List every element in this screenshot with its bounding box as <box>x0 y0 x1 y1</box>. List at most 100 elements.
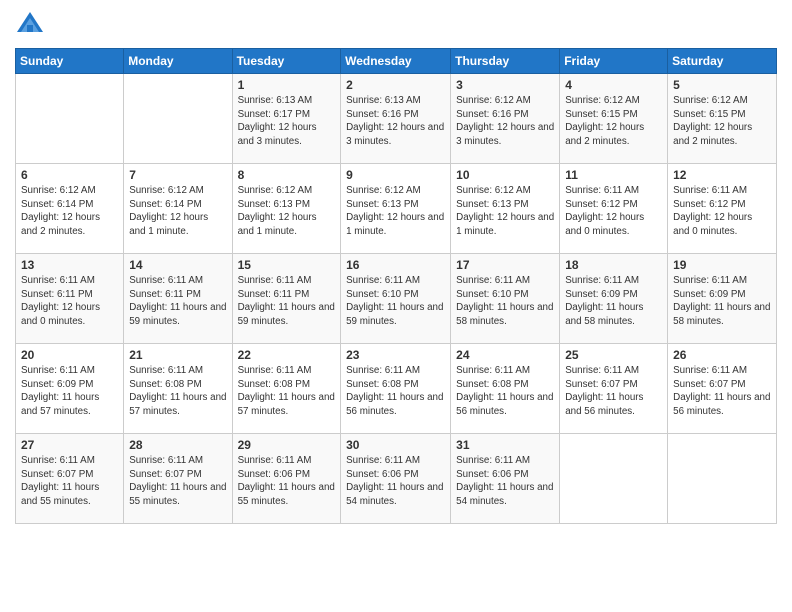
logo <box>15 10 49 40</box>
day-number: 29 <box>238 438 336 452</box>
calendar-cell: 11 Sunrise: 6:11 AM Sunset: 6:12 PM Dayli… <box>560 164 668 254</box>
day-number: 14 <box>129 258 226 272</box>
day-number: 5 <box>673 78 771 92</box>
day-info: Sunrise: 6:11 AM Sunset: 6:08 PM Dayligh… <box>346 364 445 419</box>
day-number: 6 <box>21 168 118 182</box>
calendar-cell <box>124 74 232 164</box>
day-number: 27 <box>21 438 118 452</box>
calendar-cell: 25 Sunrise: 6:11 AM Sunset: 6:07 PM Dayli… <box>560 344 668 434</box>
day-info: Sunrise: 6:11 AM Sunset: 6:12 PM Dayligh… <box>673 184 771 239</box>
weekday-header-tuesday: Tuesday <box>232 49 341 74</box>
day-info: Sunrise: 6:12 AM Sunset: 6:15 PM Dayligh… <box>673 94 771 149</box>
day-number: 11 <box>565 168 662 182</box>
day-number: 26 <box>673 348 771 362</box>
weekday-header-sunday: Sunday <box>16 49 124 74</box>
day-info: Sunrise: 6:11 AM Sunset: 6:07 PM Dayligh… <box>129 454 226 509</box>
day-info: Sunrise: 6:11 AM Sunset: 6:08 PM Dayligh… <box>456 364 554 419</box>
day-info: Sunrise: 6:11 AM Sunset: 6:12 PM Dayligh… <box>565 184 662 239</box>
day-number: 23 <box>346 348 445 362</box>
calendar-cell: 4 Sunrise: 6:12 AM Sunset: 6:15 PM Daylig… <box>560 74 668 164</box>
calendar-cell: 26 Sunrise: 6:11 AM Sunset: 6:07 PM Dayli… <box>668 344 777 434</box>
day-info: Sunrise: 6:11 AM Sunset: 6:11 PM Dayligh… <box>238 274 336 329</box>
weekday-header-saturday: Saturday <box>668 49 777 74</box>
calendar-cell: 27 Sunrise: 6:11 AM Sunset: 6:07 PM Dayli… <box>16 434 124 524</box>
day-info: Sunrise: 6:12 AM Sunset: 6:16 PM Dayligh… <box>456 94 554 149</box>
day-info: Sunrise: 6:12 AM Sunset: 6:13 PM Dayligh… <box>238 184 336 239</box>
day-info: Sunrise: 6:11 AM Sunset: 6:07 PM Dayligh… <box>565 364 662 419</box>
day-info: Sunrise: 6:11 AM Sunset: 6:10 PM Dayligh… <box>346 274 445 329</box>
weekday-header-friday: Friday <box>560 49 668 74</box>
calendar-week-row: 1 Sunrise: 6:13 AM Sunset: 6:17 PM Daylig… <box>16 74 777 164</box>
logo-icon <box>15 10 45 40</box>
day-info: Sunrise: 6:12 AM Sunset: 6:14 PM Dayligh… <box>129 184 226 239</box>
calendar-week-row: 6 Sunrise: 6:12 AM Sunset: 6:14 PM Daylig… <box>16 164 777 254</box>
calendar-cell: 2 Sunrise: 6:13 AM Sunset: 6:16 PM Daylig… <box>341 74 451 164</box>
day-number: 15 <box>238 258 336 272</box>
day-number: 3 <box>456 78 554 92</box>
day-number: 31 <box>456 438 554 452</box>
day-number: 16 <box>346 258 445 272</box>
calendar-cell: 5 Sunrise: 6:12 AM Sunset: 6:15 PM Daylig… <box>668 74 777 164</box>
calendar-cell: 18Sunrise: 6:11 AM Sunset: 6:09 PM Dayli… <box>560 254 668 344</box>
day-number: 10 <box>456 168 554 182</box>
day-number: 30 <box>346 438 445 452</box>
day-number: 9 <box>346 168 445 182</box>
day-info: Sunrise: 6:11 AM Sunset: 6:06 PM Dayligh… <box>346 454 445 509</box>
calendar-cell: 12Sunrise: 6:11 AM Sunset: 6:12 PM Dayli… <box>668 164 777 254</box>
day-number: 4 <box>565 78 662 92</box>
day-info: Sunrise: 6:12 AM Sunset: 6:13 PM Dayligh… <box>346 184 445 239</box>
day-number: 22 <box>238 348 336 362</box>
day-info: Sunrise: 6:11 AM Sunset: 6:11 PM Dayligh… <box>21 274 118 329</box>
weekday-header-thursday: Thursday <box>451 49 560 74</box>
calendar-cell <box>560 434 668 524</box>
calendar-week-row: 13Sunrise: 6:11 AM Sunset: 6:11 PM Dayli… <box>16 254 777 344</box>
day-info: Sunrise: 6:11 AM Sunset: 6:08 PM Dayligh… <box>129 364 226 419</box>
calendar-cell: 19Sunrise: 6:11 AM Sunset: 6:09 PM Dayli… <box>668 254 777 344</box>
calendar-cell: 7 Sunrise: 6:12 AM Sunset: 6:14 PM Daylig… <box>124 164 232 254</box>
day-info: Sunrise: 6:11 AM Sunset: 6:07 PM Dayligh… <box>673 364 771 419</box>
calendar-cell <box>16 74 124 164</box>
day-info: Sunrise: 6:12 AM Sunset: 6:14 PM Dayligh… <box>21 184 118 239</box>
weekday-header-wednesday: Wednesday <box>341 49 451 74</box>
calendar-cell: 10 Sunrise: 6:12 AM Sunset: 6:13 PM Dayli… <box>451 164 560 254</box>
calendar-cell: 29Sunrise: 6:11 AM Sunset: 6:06 PM Dayli… <box>232 434 341 524</box>
calendar-cell: 16 Sunrise: 6:11 AM Sunset: 6:10 PM Dayli… <box>341 254 451 344</box>
day-number: 2 <box>346 78 445 92</box>
day-info: Sunrise: 6:11 AM Sunset: 6:11 PM Dayligh… <box>129 274 226 329</box>
day-number: 20 <box>21 348 118 362</box>
day-info: Sunrise: 6:12 AM Sunset: 6:15 PM Dayligh… <box>565 94 662 149</box>
day-info: Sunrise: 6:13 AM Sunset: 6:17 PM Dayligh… <box>238 94 336 149</box>
calendar-cell: 6 Sunrise: 6:12 AM Sunset: 6:14 PM Daylig… <box>16 164 124 254</box>
weekday-header-monday: Monday <box>124 49 232 74</box>
calendar-cell: 30 Sunrise: 6:11 AM Sunset: 6:06 PM Dayli… <box>341 434 451 524</box>
calendar-cell <box>668 434 777 524</box>
day-number: 25 <box>565 348 662 362</box>
day-number: 7 <box>129 168 226 182</box>
day-number: 28 <box>129 438 226 452</box>
day-number: 17 <box>456 258 554 272</box>
calendar-cell: 13Sunrise: 6:11 AM Sunset: 6:11 PM Dayli… <box>16 254 124 344</box>
day-info: Sunrise: 6:11 AM Sunset: 6:09 PM Dayligh… <box>673 274 771 329</box>
day-info: Sunrise: 6:11 AM Sunset: 6:08 PM Dayligh… <box>238 364 336 419</box>
day-number: 8 <box>238 168 336 182</box>
calendar-cell: 3 Sunrise: 6:12 AM Sunset: 6:16 PM Daylig… <box>451 74 560 164</box>
calendar-cell: 28 Sunrise: 6:11 AM Sunset: 6:07 PM Dayli… <box>124 434 232 524</box>
day-number: 18 <box>565 258 662 272</box>
calendar-week-row: 27 Sunrise: 6:11 AM Sunset: 6:07 PM Dayli… <box>16 434 777 524</box>
calendar-table: SundayMondayTuesdayWednesdayThursdayFrid… <box>15 48 777 524</box>
calendar-cell: 31 Sunrise: 6:11 AM Sunset: 6:06 PM Dayli… <box>451 434 560 524</box>
calendar-week-row: 20Sunrise: 6:11 AM Sunset: 6:09 PM Dayli… <box>16 344 777 434</box>
day-number: 1 <box>238 78 336 92</box>
header <box>15 10 777 40</box>
calendar-cell: 20Sunrise: 6:11 AM Sunset: 6:09 PM Dayli… <box>16 344 124 434</box>
calendar-cell: 17 Sunrise: 6:11 AM Sunset: 6:10 PM Dayli… <box>451 254 560 344</box>
day-info: Sunrise: 6:12 AM Sunset: 6:13 PM Dayligh… <box>456 184 554 239</box>
day-info: Sunrise: 6:11 AM Sunset: 6:10 PM Dayligh… <box>456 274 554 329</box>
calendar-cell: 15 Sunrise: 6:11 AM Sunset: 6:11 PM Dayli… <box>232 254 341 344</box>
day-info: Sunrise: 6:13 AM Sunset: 6:16 PM Dayligh… <box>346 94 445 149</box>
day-info: Sunrise: 6:11 AM Sunset: 6:06 PM Dayligh… <box>456 454 554 509</box>
page: SundayMondayTuesdayWednesdayThursdayFrid… <box>0 0 792 612</box>
day-info: Sunrise: 6:11 AM Sunset: 6:07 PM Dayligh… <box>21 454 118 509</box>
calendar-cell: 8 Sunrise: 6:12 AM Sunset: 6:13 PM Daylig… <box>232 164 341 254</box>
day-number: 21 <box>129 348 226 362</box>
